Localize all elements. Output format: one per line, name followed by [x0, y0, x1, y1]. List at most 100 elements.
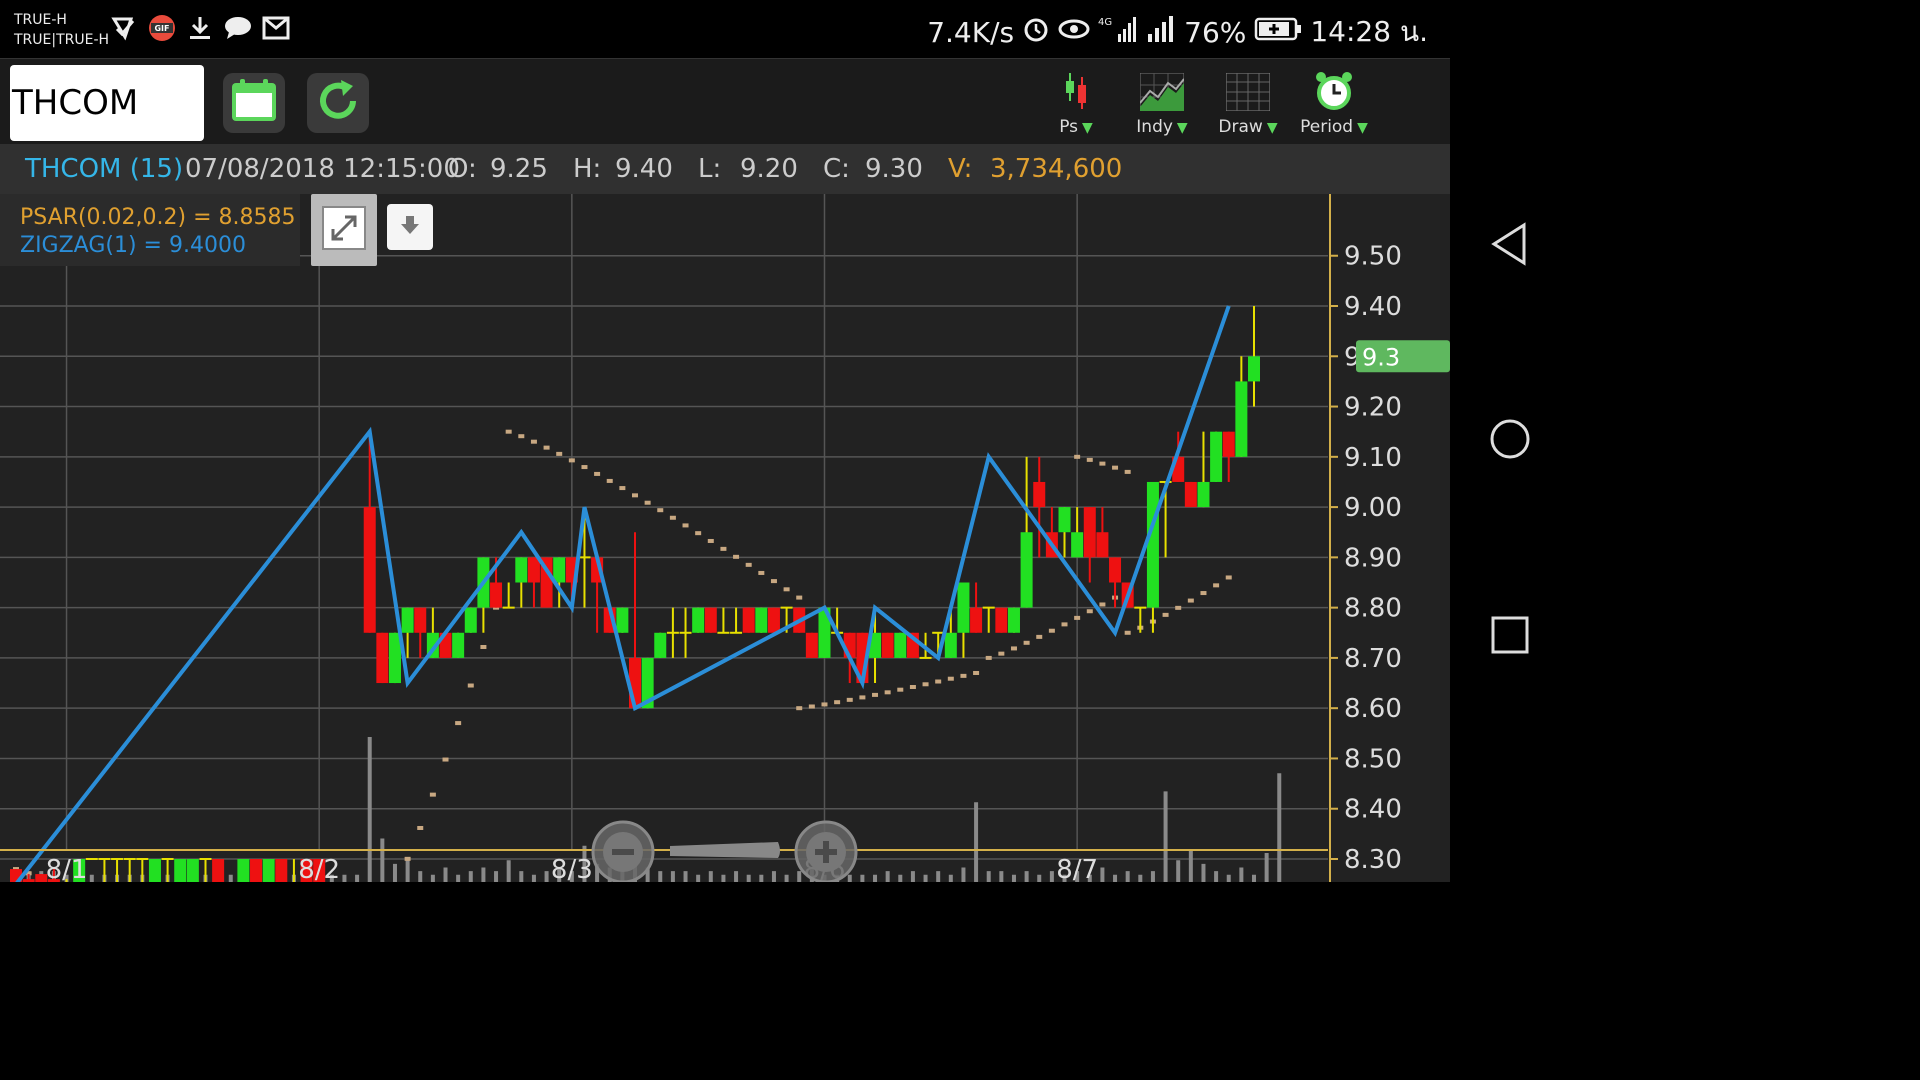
- volume-bar: [1049, 871, 1054, 882]
- expand-button[interactable]: [311, 194, 377, 266]
- psar-dot: [568, 458, 575, 463]
- psar-dot: [1213, 583, 1220, 588]
- high-label: H:: [573, 154, 602, 184]
- volume-bar: [405, 860, 410, 882]
- y-tick-label: 9.40: [1344, 292, 1402, 322]
- candle-body: [1146, 481, 1159, 608]
- net-speed: 7.4K/s: [927, 15, 1015, 49]
- chart-canvas[interactable]: 8.30 8.40 8.50 8.60 8.70 8.80 8.90 9.00 9.10 9.20…: [0, 194, 1450, 882]
- volume-bar: [1024, 871, 1029, 882]
- psar-dot: [770, 579, 777, 584]
- psar-dot: [695, 531, 702, 536]
- psar-dot: [1086, 457, 1093, 462]
- psar-dot: [783, 587, 790, 592]
- battery-percent: 76%: [1184, 15, 1247, 49]
- back-triangle-icon: [1490, 222, 1530, 270]
- psar-dot: [669, 515, 676, 520]
- volume-bar: [544, 871, 549, 882]
- volume-bar: [468, 871, 473, 882]
- tool-indy[interactable]: Indy ▼: [1122, 69, 1202, 139]
- volume-bar: [1113, 874, 1118, 882]
- dropdown-arrow-icon: ▼: [1266, 120, 1278, 136]
- collapse-legend-button[interactable]: [387, 204, 433, 250]
- volume-bar: [885, 871, 890, 882]
- volume-bar: [1252, 874, 1256, 882]
- bar-datetime: 07/08/2018 12:15:00: [185, 154, 460, 184]
- arrow-down-icon: [399, 214, 421, 240]
- candle-body: [805, 632, 818, 658]
- y-tick-label: 8.90: [1344, 543, 1402, 573]
- home-circle-icon: [1488, 417, 1532, 465]
- volume-bar: [936, 871, 941, 882]
- back-button[interactable]: [1486, 222, 1534, 270]
- 4g-signal-icon: 4G: [1098, 14, 1138, 51]
- psar-dot: [657, 508, 664, 513]
- volume-bar: [430, 874, 435, 882]
- dropdown-arrow-icon: ▼: [1176, 120, 1188, 136]
- candle-body: [1083, 507, 1096, 558]
- minus-icon: [612, 849, 634, 855]
- candle-body: [1109, 557, 1122, 583]
- psar-dot: [455, 721, 462, 726]
- candle-body: [1058, 507, 1071, 533]
- volume-bar: [784, 874, 789, 882]
- recents-button[interactable]: [1486, 613, 1534, 661]
- notification-icons: GIF: [110, 14, 290, 42]
- y-tick-label: 9.00: [1344, 493, 1402, 523]
- tool-draw[interactable]: Draw ▼: [1208, 69, 1288, 139]
- volume-bar: [1176, 860, 1181, 882]
- candle-body: [237, 859, 250, 882]
- candle-body: [654, 632, 667, 658]
- volume-bar: [910, 871, 915, 882]
- volume-bar: [355, 874, 360, 882]
- volume-bar: [1037, 874, 1042, 882]
- x-tick-label: 8/2: [298, 855, 340, 882]
- volume-bar: [734, 871, 739, 882]
- volume-value: 3,734,600: [990, 154, 1123, 184]
- gif-icon: GIF: [148, 14, 176, 42]
- psar-dot: [442, 757, 449, 762]
- app-window: THCOM Ps ▼ Indy ▼ Draw ▼ Period ▼ THCOM …: [0, 58, 1450, 882]
- tool-period[interactable]: Period ▼: [1294, 69, 1374, 139]
- candle-body: [1210, 431, 1223, 482]
- y-tick-label: 8.70: [1344, 644, 1402, 674]
- candle-body: [1248, 356, 1260, 382]
- candle-body: [275, 859, 288, 882]
- tool-period-label: Period: [1300, 117, 1354, 137]
- refresh-button[interactable]: [307, 73, 369, 133]
- volume-bar: [418, 871, 423, 882]
- symbol-input[interactable]: THCOM: [10, 65, 204, 141]
- candle-body: [1096, 532, 1109, 558]
- candle-body: [1197, 481, 1210, 508]
- price-chart[interactable]: 8.30 8.40 8.50 8.60 8.70 8.80 8.90 9.00 9.10 9.20…: [0, 194, 1450, 882]
- volume-bar: [847, 874, 852, 882]
- candle-body: [881, 632, 894, 658]
- candle-body: [22, 879, 35, 882]
- android-nav-bar: [1450, 0, 1568, 882]
- refresh-icon: [313, 76, 363, 130]
- volume-bar: [721, 874, 726, 882]
- y-tick-label: 8.60: [1344, 694, 1402, 724]
- volume-bar: [1150, 871, 1155, 882]
- volume-bar: [986, 871, 991, 882]
- psar-dot: [834, 700, 841, 705]
- home-button[interactable]: [1486, 417, 1534, 465]
- check-icon: [110, 14, 138, 42]
- battery-icon: [1254, 16, 1302, 49]
- indicator-legend: PSAR(0.02,0.2) = 8.8585 ZIGZAG(1) = 9.40…: [0, 194, 300, 266]
- svg-text:GIF: GIF: [154, 24, 169, 33]
- psar-dot: [872, 692, 879, 697]
- psar-dot: [1200, 591, 1207, 596]
- clock: 14:28 น.: [1310, 15, 1428, 48]
- symbol-period: THCOM (15): [25, 154, 184, 184]
- psar-dot: [632, 493, 638, 498]
- volume-bar: [1239, 867, 1244, 882]
- candle-body: [1235, 381, 1248, 457]
- psar-dot: [404, 856, 411, 861]
- tool-draw-label: Draw: [1218, 117, 1263, 137]
- candle-body: [553, 557, 566, 583]
- psar-dot: [480, 644, 487, 649]
- tool-ps[interactable]: Ps ▼: [1036, 69, 1116, 139]
- calendar-button[interactable]: [223, 73, 285, 133]
- psar-dot: [619, 486, 626, 491]
